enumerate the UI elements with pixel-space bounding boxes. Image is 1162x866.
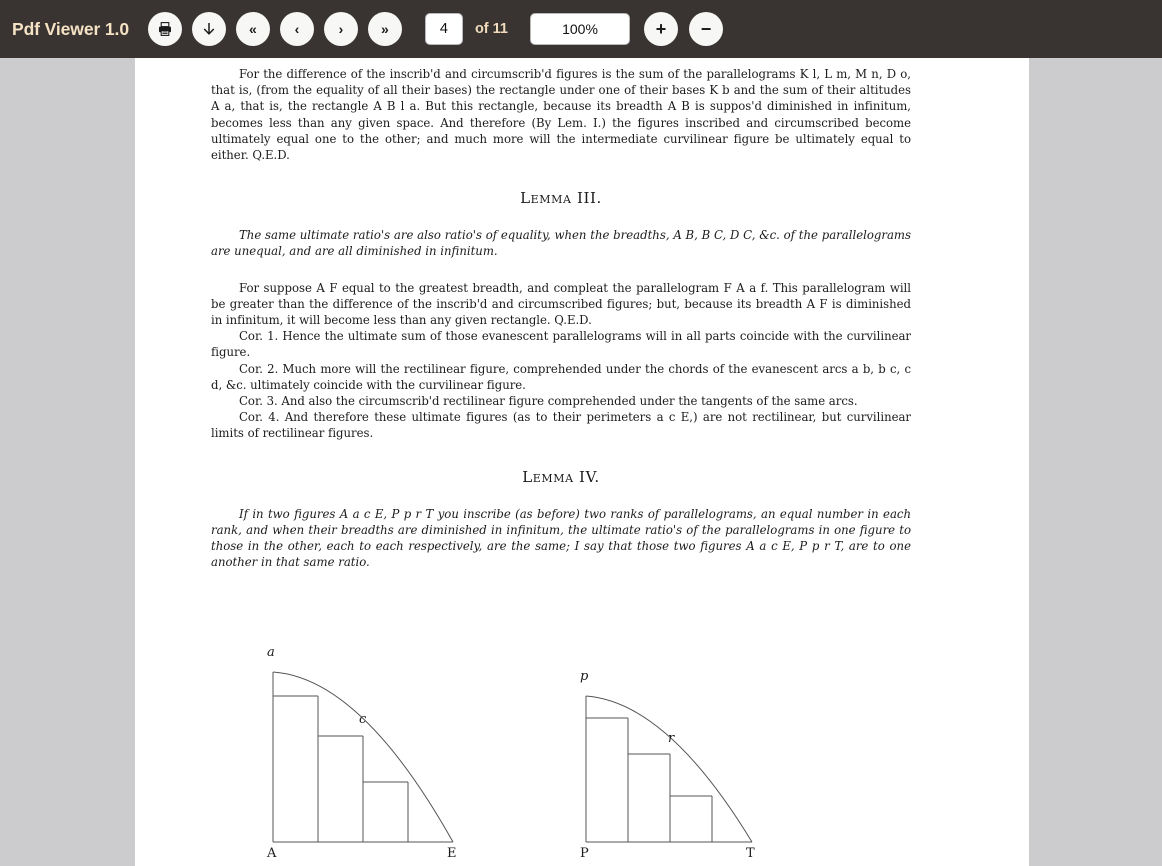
- print-button[interactable]: [147, 12, 182, 46]
- heading-lemma-4: Lemma IV.: [522, 467, 600, 486]
- corollary-2: Cor. 2. Much more will the rectilinear f…: [211, 361, 911, 392]
- figure-left: a c A E: [211, 645, 541, 861]
- figures-container: a c A E p r P T: [211, 645, 971, 866]
- page-number-input[interactable]: [424, 13, 463, 45]
- heading-lemma-3: Lemma III.: [520, 189, 602, 208]
- statement-lemma-3: The same ultimate ratio's are also ratio…: [211, 228, 911, 259]
- chevron-right-icon: ›: [338, 21, 344, 37]
- zoom-out-button[interactable]: −: [689, 12, 723, 46]
- figure-left-label-c: c: [359, 712, 367, 727]
- next-page-button[interactable]: ›: [323, 12, 358, 46]
- document-text-body: For the difference of the inscrib'd and …: [211, 58, 911, 570]
- plus-icon: +: [655, 19, 667, 39]
- last-page-button[interactable]: »: [367, 12, 402, 46]
- print-icon: [157, 21, 173, 37]
- figure-right-label-r: r: [668, 731, 675, 746]
- first-page-button[interactable]: «: [235, 12, 270, 46]
- corollary-1: Cor. 1. Hence the ultimate sum of those …: [211, 329, 911, 360]
- statement-lemma-4: If in two figures A a c E, P p r T you i…: [211, 506, 911, 570]
- minus-icon: −: [700, 19, 712, 39]
- figure-left-label-a: a: [267, 645, 275, 660]
- figure-left-label-E: E: [447, 846, 457, 861]
- corollary-3: Cor. 3. And also the circumscrib'd recti…: [239, 394, 858, 409]
- figure-left-label-A: A: [267, 846, 277, 861]
- pdf-viewer-canvas[interactable]: For the difference of the inscrib'd and …: [0, 58, 1162, 866]
- figure-right-label-P: P: [580, 846, 589, 861]
- page-count-label: of 11: [474, 21, 508, 37]
- chevron-left-icon: ‹: [294, 21, 300, 37]
- download-icon: [201, 21, 217, 38]
- zoom-level-input[interactable]: [530, 13, 630, 45]
- figure-right-label-T: T: [746, 846, 755, 861]
- toolbar: Pdf Viewer 1.0 « ‹ › » o: [0, 0, 1162, 58]
- previous-page-button[interactable]: ‹: [279, 12, 314, 46]
- double-chevron-right-icon: »: [381, 21, 389, 37]
- download-button[interactable]: [191, 12, 226, 46]
- paragraph-suppose-af: For suppose A F equal to the greatest br…: [211, 280, 911, 328]
- paragraph-difference-of-figures: For the difference of the inscrib'd and …: [211, 67, 911, 163]
- zoom-in-button[interactable]: +: [644, 12, 678, 46]
- figure-right: p r P T: [524, 669, 854, 864]
- app-title: Pdf Viewer 1.0: [12, 18, 129, 39]
- figure-right-label-p: p: [580, 669, 589, 684]
- corollary-4: Cor. 4. And therefore these ultimate fig…: [211, 410, 911, 441]
- double-chevron-left-icon: «: [249, 21, 257, 37]
- pdf-page-4: For the difference of the inscrib'd and …: [135, 58, 1029, 866]
